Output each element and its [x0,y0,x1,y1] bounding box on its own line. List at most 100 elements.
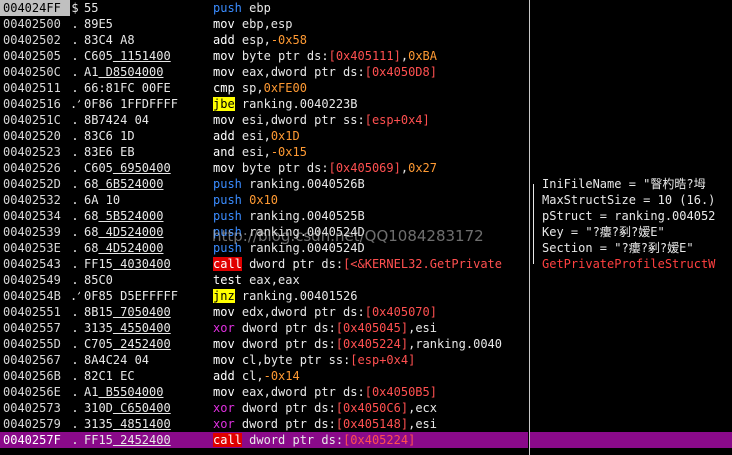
jump-marker[interactable]: . [70,368,80,384]
jump-marker[interactable]: . [70,336,80,352]
jump-marker[interactable]: . [70,320,80,336]
address-cell[interactable]: 00402532 [0,192,70,208]
hex-bytes[interactable]: 310D C650400 [80,400,210,416]
hex-bytes[interactable]: 89E5 [80,16,210,32]
jump-marker[interactable]: . [70,112,80,128]
address-cell[interactable]: 00402523 [0,144,70,160]
instruction-row[interactable]: push ebp [210,0,528,16]
address-cell[interactable]: 00402551 [0,304,70,320]
hex-bytes[interactable]: FF15 4030400 [80,256,210,272]
instruction-row[interactable]: xor dword ptr ds:[0x405045],esi [210,320,528,336]
hex-bytes[interactable]: 0F85 D5EFFFFF [80,288,210,304]
hex-bytes[interactable]: 83E6 EB [80,144,210,160]
instruction-row[interactable]: and esi,-0x15 [210,144,528,160]
jump-marker[interactable]: . [70,48,80,64]
hex-bytes[interactable]: 68 4D524000 [80,240,210,256]
hex-bytes[interactable]: FF15 2452400 [80,432,210,448]
instruction-row[interactable]: test eax,eax [210,272,528,288]
instruction-row[interactable]: mov eax,dword ptr ds:[0x4050B5] [210,384,528,400]
hex-bytes[interactable]: 3135 4851400 [80,416,210,432]
instruction-row[interactable]: mov esi,dword ptr ss:[esp+0x4] [210,112,528,128]
jump-marker[interactable]: . [70,384,80,400]
hex-bytes[interactable]: 0F86 1FFDFFFF [80,96,210,112]
instruction-row[interactable]: mov ebp,esp [210,16,528,32]
address-cell[interactable]: 0040256B [0,368,70,384]
hex-bytes[interactable]: C605 6950400 [80,160,210,176]
jump-marker[interactable]: . [70,208,80,224]
jump-marker[interactable]: . [70,128,80,144]
hex-bytes[interactable]: 8B15 7050400 [80,304,210,320]
hex-bytes[interactable]: 8B7424 04 [80,112,210,128]
hex-bytes[interactable]: 3135 4550400 [80,320,210,336]
jump-marker[interactable]: . [70,400,80,416]
instruction-row[interactable]: call dword ptr ds:[0x405224] [210,432,528,448]
jump-marker[interactable]: . [70,352,80,368]
address-cell[interactable]: 00402534 [0,208,70,224]
jump-marker[interactable]: . [70,192,80,208]
instruction-row[interactable]: add cl,-0x14 [210,368,528,384]
hex-bytes[interactable]: C605 1151400 [80,48,210,64]
hex-bytes[interactable]: 55 [80,0,210,16]
address-cell[interactable]: 00402567 [0,352,70,368]
hex-bytes[interactable]: 66:81FC 00FE [80,80,210,96]
hex-bytes[interactable]: 82C1 EC [80,368,210,384]
address-cell[interactable]: 0040254B [0,288,70,304]
instruction-row[interactable]: mov cl,byte ptr ss:[esp+0x4] [210,352,528,368]
hex-bytes[interactable]: C705 2452400 [80,336,210,352]
jump-marker[interactable]: . [70,144,80,160]
address-cell[interactable]: 00402502 [0,32,70,48]
jump-marker[interactable]: . [70,240,80,256]
instruction-row[interactable]: mov edx,dword ptr ds:[0x405070] [210,304,528,320]
hex-bytes[interactable]: 68 6B524000 [80,176,210,192]
jump-marker[interactable]: . [70,160,80,176]
instruction-row[interactable]: mov dword ptr ds:[0x405224],ranking.0040 [210,336,528,352]
jump-marker[interactable]: $ [70,0,80,16]
instruction-row[interactable]: push 0x10 [210,192,528,208]
jump-marker[interactable]: . [70,272,80,288]
instruction-row[interactable]: push ranking.0040525B [210,208,528,224]
instruction-row[interactable]: push ranking.0040524D [210,240,528,256]
instruction-row[interactable]: jnz ranking.00401526 [210,288,528,304]
hex-bytes[interactable]: 85C0 [80,272,210,288]
address-cell[interactable]: 0040251C [0,112,70,128]
address-cell[interactable]: 00402557 [0,320,70,336]
hex-bytes[interactable]: A1 D8504000 [80,64,210,80]
address-cell[interactable]: 00402579 [0,416,70,432]
address-cell[interactable]: 0040255D [0,336,70,352]
instruction-row[interactable]: push ranking.0040524D [210,224,528,240]
hex-bytes[interactable]: 68 4D524000 [80,224,210,240]
address-cell[interactable]: 0040256E [0,384,70,400]
address-cell[interactable]: 00402500 [0,16,70,32]
address-cell[interactable]: 0040257F [0,432,70,448]
instruction-row[interactable]: xor dword ptr ds:[0x4050C6],ecx [210,400,528,416]
instruction-row[interactable]: mov byte ptr ds:[0x405111],0xBA [210,48,528,64]
hex-bytes[interactable]: 8A4C24 04 [80,352,210,368]
hex-bytes[interactable]: 83C4 A8 [80,32,210,48]
address-cell[interactable]: 00402539 [0,224,70,240]
address-cell[interactable]: 00402511 [0,80,70,96]
hex-bytes[interactable]: A1 B5504000 [80,384,210,400]
address-cell[interactable]: 00402543 [0,256,70,272]
jump-marker[interactable]: . [70,432,80,448]
jump-marker[interactable]: . [70,32,80,48]
instruction-row[interactable]: cmp sp,0xFE00 [210,80,528,96]
jump-marker[interactable]: . [70,176,80,192]
address-cell[interactable]: 0040253E [0,240,70,256]
jump-marker[interactable]: . [70,80,80,96]
jump-marker[interactable]: .^ [70,96,80,112]
hex-bytes[interactable]: 68 5B524000 [80,208,210,224]
address-cell[interactable]: 00402505 [0,48,70,64]
instruction-row[interactable]: jbe ranking.0040223B [210,96,528,112]
address-cell[interactable]: 00402516 [0,96,70,112]
address-cell[interactable]: 0040252D [0,176,70,192]
instruction-row[interactable]: add esp,-0x58 [210,32,528,48]
selected-comment-row[interactable] [530,432,732,448]
jump-marker[interactable]: . [70,224,80,240]
jump-marker[interactable]: .^ [70,288,80,304]
instruction-row[interactable]: mov eax,dword ptr ds:[0x4050D8] [210,64,528,80]
jump-marker[interactable]: . [70,304,80,320]
address-cell[interactable]: 0040250C [0,64,70,80]
jump-marker[interactable]: . [70,64,80,80]
jump-marker[interactable]: . [70,256,80,272]
instruction-row[interactable]: call dword ptr ds:[<&KERNEL32.GetPrivate [210,256,528,272]
